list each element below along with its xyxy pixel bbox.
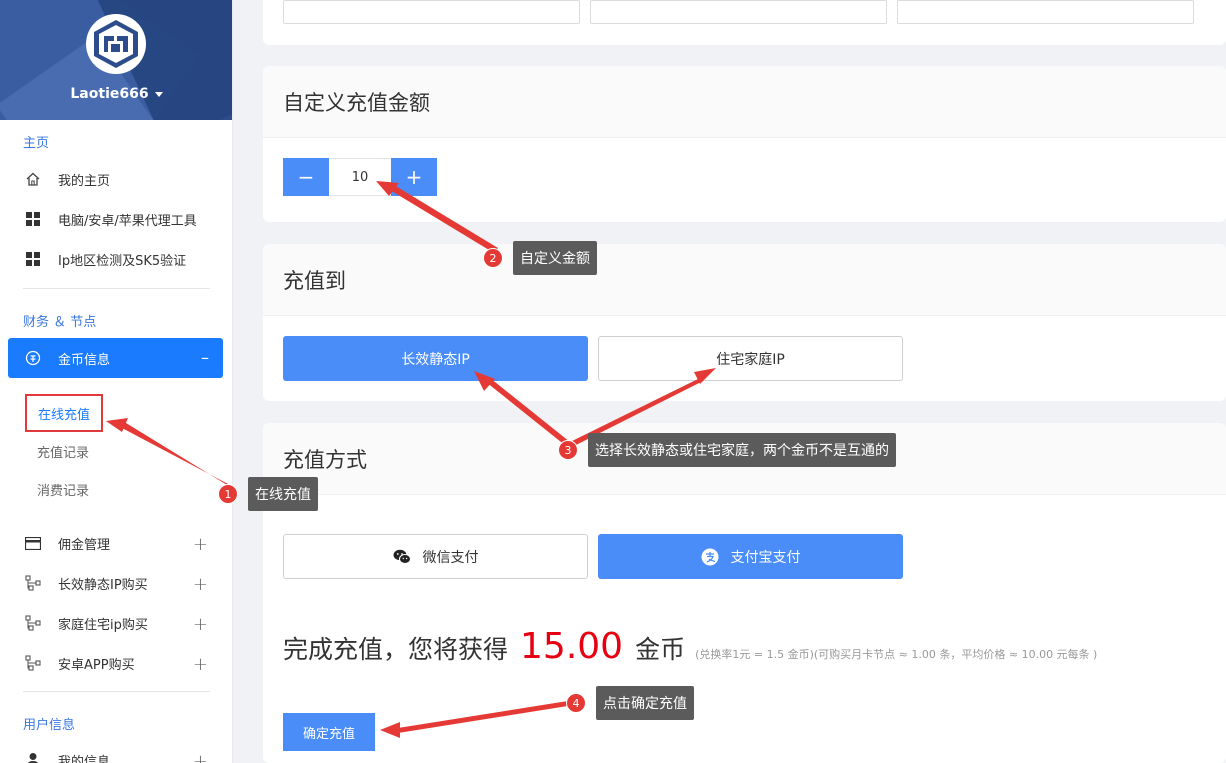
expand-icon[interactable]: + xyxy=(193,751,208,763)
expand-icon[interactable]: + xyxy=(193,534,208,555)
nav-android-app-buy[interactable]: 安卓APP购买 xyxy=(24,652,214,674)
result-unit: 金币 xyxy=(635,635,686,664)
annotation-badge-1: 1 xyxy=(218,484,238,504)
wechat-icon xyxy=(393,549,411,565)
decrement-button[interactable]: − xyxy=(283,158,329,196)
recharge-target-card: 充值到 长效静态IP 住宅家庭IP xyxy=(263,244,1226,401)
nav-commission[interactable]: 佣金管理 xyxy=(24,532,214,554)
quantity-stepper: − 10 + xyxy=(283,158,437,196)
network-icon xyxy=(24,614,42,632)
divider xyxy=(23,691,210,692)
result-amount: 15.00 xyxy=(520,626,624,667)
preset-amount-card xyxy=(263,0,1226,45)
preset-amount-button[interactable] xyxy=(897,0,1194,24)
sidebar-header: Laotie666 xyxy=(0,0,232,120)
sidebar: Laotie666 主页 我的主页 电脑/安卓/苹果代理工具 Ip地区检测及SK… xyxy=(0,0,233,763)
nav-ip-check[interactable]: Ip地区检测及SK5验证 xyxy=(24,248,214,270)
alipay-icon xyxy=(701,548,719,566)
card-title: 自定义充值金额 xyxy=(263,66,1226,138)
coin-icon xyxy=(24,349,42,367)
annotation-badge-4: 4 xyxy=(566,693,586,713)
section-home: 主页 xyxy=(23,136,50,151)
section-finance: 财务 ＆ 节点 xyxy=(23,315,97,330)
section-user: 用户信息 xyxy=(23,718,76,733)
network-icon xyxy=(24,654,42,672)
logo xyxy=(86,14,146,74)
amount-input[interactable]: 10 xyxy=(329,158,391,196)
divider xyxy=(23,288,210,289)
home-icon xyxy=(24,170,42,188)
grid-icon xyxy=(24,210,42,228)
card-icon xyxy=(24,534,42,552)
card-title: 充值到 xyxy=(263,244,1226,316)
user-icon xyxy=(24,751,42,763)
annotation-tip-1: 在线充值 xyxy=(248,477,318,511)
sub-nav-spend-history[interactable]: 消费记录 xyxy=(37,480,89,499)
increment-button[interactable]: + xyxy=(391,158,437,196)
expand-icon[interactable]: + xyxy=(193,654,208,675)
sub-nav-online-recharge[interactable]: 在线充值 xyxy=(25,394,103,432)
nav-residential-ip-buy[interactable]: 家庭住宅ip购买 xyxy=(24,612,214,634)
annotation-tip-2: 自定义金额 xyxy=(513,241,597,275)
annotation-badge-2: 2 xyxy=(483,248,503,268)
annotation-tip-3: 选择长效静态或住宅家庭，两个金币不是互通的 xyxy=(588,433,896,467)
custom-amount-card: 自定义充值金额 − 10 + xyxy=(263,66,1226,222)
annotation-badge-3: 3 xyxy=(558,440,578,460)
preset-amount-button[interactable] xyxy=(283,0,580,24)
nav-static-ip-buy[interactable]: 长效静态IP购买 xyxy=(24,572,214,594)
payment-method-card: 充值方式 微信支付 支付宝支付 xyxy=(263,423,1226,763)
expand-icon[interactable]: + xyxy=(193,614,208,635)
grid-icon xyxy=(24,250,42,268)
annotation-tip-4: 点击确定充值 xyxy=(596,686,694,720)
caret-down-icon xyxy=(154,91,163,97)
option-residential-ip[interactable]: 住宅家庭IP xyxy=(598,336,903,381)
sub-nav-recharge-history[interactable]: 充值记录 xyxy=(37,442,89,461)
result-note: (兑换率1元 = 1.5 金币)(可购买月卡节点 ≈ 1.00 条，平均价格 ≈… xyxy=(695,648,1098,661)
network-icon xyxy=(24,574,42,592)
option-static-ip[interactable]: 长效静态IP xyxy=(283,336,588,381)
nav-my-info[interactable]: 我的信息 xyxy=(24,749,214,763)
wechat-pay-button[interactable]: 微信支付 xyxy=(283,534,588,579)
collapse-icon[interactable]: – xyxy=(201,348,209,367)
recharge-result: 完成充值，您将获得 15.00 金币 (兑换率1元 = 1.5 金币)(可购买月… xyxy=(283,626,1097,667)
username-dropdown[interactable]: Laotie666 xyxy=(0,86,232,102)
expand-icon[interactable]: + xyxy=(193,574,208,595)
confirm-recharge-button[interactable]: 确定充值 xyxy=(283,713,375,751)
nav-proxy-tools[interactable]: 电脑/安卓/苹果代理工具 xyxy=(24,208,214,230)
alipay-button[interactable]: 支付宝支付 xyxy=(598,534,903,579)
result-prefix: 完成充值，您将获得 xyxy=(283,635,509,664)
preset-amount-button[interactable] xyxy=(590,0,887,24)
nav-coin-info[interactable]: 金币信息 – xyxy=(8,338,223,378)
nav-my-home[interactable]: 我的主页 xyxy=(24,168,214,190)
